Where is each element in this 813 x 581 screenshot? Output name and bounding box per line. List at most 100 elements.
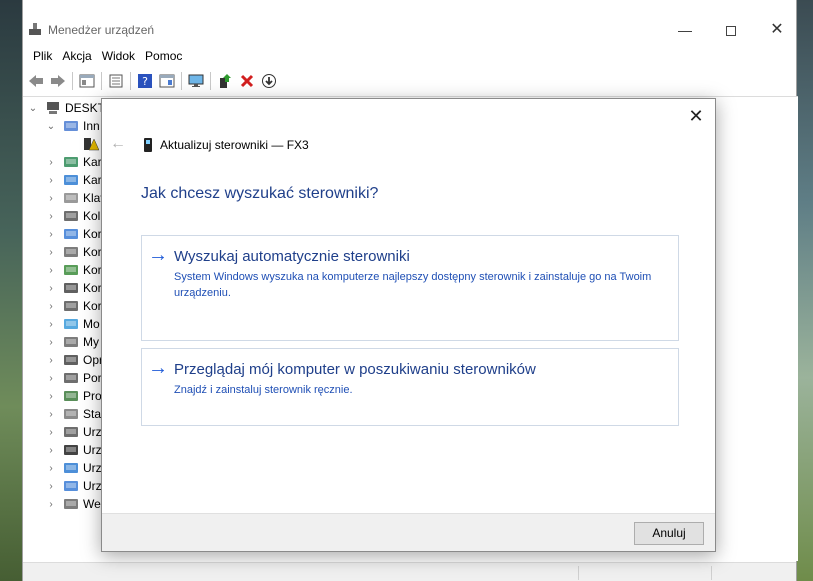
- disable-button[interactable]: [258, 70, 280, 92]
- tree-item[interactable]: › Urz: [45, 477, 102, 495]
- option-description: System Windows wyszuka na komputerze naj…: [174, 271, 652, 299]
- tree-item-label: My: [83, 335, 99, 349]
- expand-icon[interactable]: ›: [45, 319, 57, 330]
- tree-item[interactable]: › My: [45, 333, 99, 351]
- show-hidden-icon: [109, 74, 123, 88]
- uninstall-button[interactable]: [236, 70, 258, 92]
- expand-icon[interactable]: ›: [45, 337, 57, 348]
- toolbar-separator: [181, 72, 182, 90]
- tree-item[interactable]: › Mo: [45, 315, 100, 333]
- tree-item[interactable]: › Pro: [45, 387, 102, 405]
- collapse-icon[interactable]: ⌄: [45, 121, 57, 132]
- tree-item[interactable]: › Kor: [45, 261, 102, 279]
- menu-akcja[interactable]: Akcja: [57, 46, 96, 66]
- back-arrow-icon: ←: [110, 135, 126, 152]
- tree-item[interactable]: › We: [45, 495, 101, 513]
- keyboard-icon: [63, 191, 79, 205]
- expand-icon[interactable]: ›: [45, 427, 57, 438]
- menu-widok[interactable]: Widok: [97, 46, 140, 66]
- tree-item-label: Urz: [83, 461, 102, 475]
- expand-icon[interactable]: ›: [45, 481, 57, 492]
- firmware-icon: [63, 353, 79, 367]
- computer-icon: [47, 102, 59, 114]
- tree-item[interactable]: › Sta: [45, 405, 101, 423]
- expand-icon[interactable]: ›: [45, 265, 57, 276]
- expand-icon[interactable]: ›: [45, 157, 57, 168]
- help-button[interactable]: ?: [134, 70, 156, 92]
- show-hidden-button[interactable]: [105, 70, 127, 92]
- tree-item[interactable]: › Kol: [45, 207, 100, 225]
- status-bar: [23, 562, 796, 581]
- tree-item[interactable]: › Klav: [45, 189, 106, 207]
- expand-icon[interactable]: ›: [45, 301, 57, 312]
- expand-icon[interactable]: ›: [45, 193, 57, 204]
- dialog-back-button[interactable]: ←: [110, 135, 126, 153]
- audio-inputs-icon: [63, 497, 79, 511]
- tree-item-label: Inn: [83, 119, 100, 133]
- minimize-icon: —: [678, 22, 692, 38]
- expand-icon[interactable]: ›: [45, 373, 57, 384]
- title-bar[interactable]: Menedżer urządzeń — ✕: [23, 0, 796, 44]
- expand-icon[interactable]: ›: [45, 445, 57, 456]
- expand-icon[interactable]: ›: [45, 391, 57, 402]
- action-button[interactable]: [156, 70, 178, 92]
- forward-button[interactable]: [47, 70, 69, 92]
- tree-item-label: Kor: [83, 281, 102, 295]
- cancel-button[interactable]: Anuluj: [634, 522, 704, 545]
- other-devices-icon: [63, 119, 79, 133]
- tree-item[interactable]: › Urz: [45, 459, 102, 477]
- maximize-icon: [726, 26, 736, 37]
- disk-drive-icon: [63, 407, 79, 421]
- tree-item[interactable]: › Kar: [45, 171, 101, 189]
- scan-hardware-button[interactable]: [185, 70, 207, 92]
- toolbar-separator: [72, 72, 73, 90]
- minimize-button[interactable]: —: [662, 18, 708, 42]
- close-button[interactable]: ✕: [754, 18, 800, 42]
- print-queue-icon: [63, 209, 79, 223]
- expand-icon[interactable]: ›: [45, 499, 57, 510]
- tree-item-label: Kar: [83, 155, 102, 169]
- properties-button[interactable]: [76, 70, 98, 92]
- tree-item[interactable]: › Kor: [45, 279, 102, 297]
- expand-icon[interactable]: ›: [45, 229, 57, 240]
- collapse-icon[interactable]: ⌄: [27, 103, 39, 114]
- tree-item[interactable]: ⌄ Inn: [45, 117, 100, 135]
- expand-icon[interactable]: ›: [45, 175, 57, 186]
- update-driver-button[interactable]: [214, 70, 236, 92]
- properties-icon: [79, 74, 95, 88]
- tree-item-label: We: [83, 497, 101, 511]
- menu-plik[interactable]: Plik: [28, 46, 57, 66]
- maximize-button[interactable]: [708, 18, 754, 42]
- tree-item-label: Urz: [83, 479, 102, 493]
- tree-item[interactable]: › Kor: [45, 225, 101, 243]
- expand-icon[interactable]: ›: [45, 355, 57, 366]
- expand-icon[interactable]: ›: [45, 283, 57, 294]
- tree-item[interactable]: › Opr: [45, 351, 103, 369]
- tree-item-label: Kor: [83, 263, 102, 277]
- dialog-question: Jak chcesz wyszukać sterowniki?: [141, 185, 379, 202]
- expand-icon[interactable]: ›: [45, 247, 57, 258]
- system-device-icon: [63, 479, 79, 493]
- expand-icon[interactable]: ›: [45, 409, 57, 420]
- browse-computer-option[interactable]: → Przeglądaj mój komputer w poszukiwaniu…: [141, 348, 679, 426]
- tree-item[interactable]: [65, 135, 103, 153]
- expand-icon[interactable]: ›: [45, 463, 57, 474]
- dialog-close-button[interactable]: ✕: [685, 105, 707, 127]
- tree-item[interactable]: › Urz: [45, 423, 101, 441]
- tree-item[interactable]: › Por: [45, 369, 101, 387]
- tree-item[interactable]: › Urz: [45, 441, 101, 459]
- tree-item[interactable]: › Kor: [45, 243, 101, 261]
- dialog-footer: Anuluj: [102, 513, 715, 551]
- menu-pomoc[interactable]: Pomoc: [140, 46, 187, 66]
- back-icon: [29, 75, 43, 87]
- tree-item[interactable]: › Kar: [45, 153, 102, 171]
- tree-item-label: Pro: [83, 389, 102, 403]
- back-button[interactable]: [25, 70, 47, 92]
- tree-item-label: Sta: [83, 407, 102, 421]
- search-automatically-option[interactable]: → Wyszukaj automatycznie sterowniki Syst…: [141, 235, 679, 341]
- tree-item[interactable]: › Kor: [45, 297, 101, 315]
- expand-icon[interactable]: ›: [45, 211, 57, 222]
- tree-item-label: Mo: [83, 317, 100, 331]
- toolbar-separator: [101, 72, 102, 90]
- uninstall-icon: [240, 74, 254, 88]
